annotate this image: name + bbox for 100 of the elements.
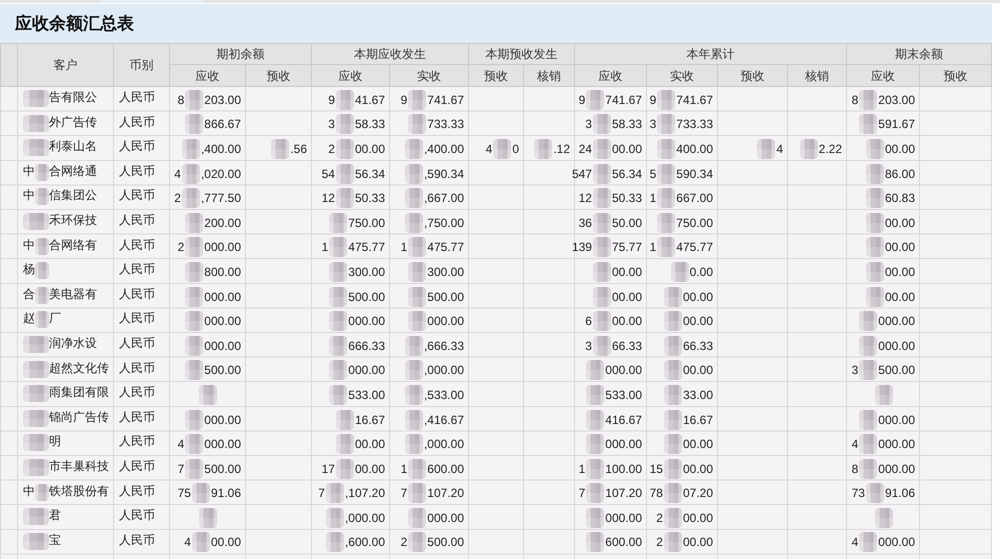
customer-name: 中 — [23, 164, 35, 178]
amount-text: 75 — [178, 486, 191, 500]
customer-name: 合网络通 — [49, 164, 97, 178]
amount-text: 500.00 — [204, 363, 241, 378]
amount-text: 56.34 — [612, 166, 642, 181]
amount-text: 9 — [578, 92, 586, 107]
currency-label: 人民币 — [119, 262, 155, 276]
customer-name: 明 — [49, 434, 61, 448]
amount-text: 17 — [322, 462, 335, 476]
amount-text: 000.00 — [427, 314, 464, 328]
customer-name: 合 — [23, 286, 35, 301]
amount-text: 4 — [178, 437, 184, 452]
customer-name: 润净水设 — [49, 336, 97, 350]
amount-text: 741.67 — [427, 92, 464, 107]
amount-text: 41.67 — [354, 92, 385, 107]
amount-text: 91.06 — [210, 486, 241, 500]
amount-text: 8 — [852, 92, 858, 107]
amount-text: 666.33 — [348, 338, 385, 353]
currency-label: 人民币 — [119, 458, 155, 473]
amount-text: 000.00 — [878, 338, 915, 353]
amount-text: 00.00 — [682, 437, 713, 452]
customer-name: 美电器有 — [49, 286, 97, 301]
amount-text: 73 — [852, 486, 865, 500]
currency-label: 人民币 — [119, 286, 155, 301]
currency-label: 人民币 — [119, 385, 155, 400]
amount-text: 9 — [400, 92, 408, 107]
amount-text: 16.67 — [354, 412, 385, 427]
amount-text: ,107.20 — [344, 486, 385, 500]
currency-label: 人民币 — [119, 360, 155, 375]
amount-text: 203.00 — [204, 92, 241, 107]
amount-text: 100.00 — [605, 462, 642, 476]
amount-text: 1 — [578, 462, 586, 476]
amount-text: 2 — [174, 191, 181, 206]
customer-name: 中 — [23, 484, 35, 498]
amount-text: 00.00 — [354, 462, 385, 476]
amount-text: 66.33 — [612, 338, 642, 353]
amount-text: 547 — [572, 166, 592, 181]
amount-text: 4 — [852, 535, 858, 550]
amount-text: 475.77 — [348, 240, 385, 254]
amount-text: 00.00 — [682, 535, 713, 550]
amount-text: 2.22 — [818, 142, 842, 156]
amount-text: 800.00 — [204, 264, 241, 279]
amount-text: 750.00 — [676, 216, 713, 230]
amount-text: 07.20 — [682, 486, 713, 500]
column-header: 实收 — [390, 65, 469, 87]
amount-text: 000.00 — [348, 314, 385, 328]
amount-text: 2 — [400, 535, 408, 550]
amount-text: 24 — [578, 142, 592, 156]
amount-text: 3 — [585, 338, 592, 353]
amount-text: 000.00 — [878, 462, 915, 476]
amount-text: 3 — [328, 117, 335, 132]
amount-text: 4 — [852, 437, 858, 452]
amount-text: 33.00 — [682, 388, 713, 402]
amount-text: 56.34 — [354, 166, 385, 181]
amount-text: 500.00 — [348, 290, 385, 304]
amount-text: 741.67 — [605, 92, 642, 107]
amount-text: 00.00 — [682, 290, 713, 304]
column-header: 核销 — [788, 65, 847, 87]
column-group-header: 本年累计 — [575, 43, 847, 65]
amount-text: 00.00 — [354, 142, 385, 156]
amount-text: 300.00 — [348, 264, 385, 279]
amount-text: 50.33 — [354, 191, 385, 206]
currency-label: 人民币 — [119, 188, 155, 202]
amount-text: 50.33 — [612, 191, 642, 206]
amount-text: 00.00 — [612, 290, 642, 304]
currency-label: 人民币 — [119, 212, 155, 227]
amount-text: 000.00 — [348, 363, 385, 378]
amount-text: 7 — [318, 486, 325, 500]
amount-text: .56 — [290, 142, 307, 156]
amount-text: 66.33 — [682, 338, 713, 353]
amount-text: 91.06 — [884, 486, 915, 500]
currency-label: 人民币 — [119, 311, 155, 326]
amount-text: 12 — [578, 191, 592, 206]
amount-text: 00.00 — [612, 142, 642, 156]
amount-text: 600.00 — [427, 462, 464, 476]
amount-text: 00.00 — [884, 290, 915, 304]
column-group-header: 期末余额 — [847, 43, 992, 65]
customer-name: 超然文化传 — [49, 360, 109, 375]
amount-text: 8 — [178, 92, 184, 107]
amount-text: 400.00 — [676, 142, 713, 156]
amount-text: 2 — [656, 535, 663, 550]
column-header: 币别 — [114, 43, 170, 87]
customer-name: 铁塔股份有 — [49, 484, 109, 498]
header-corner — [0, 43, 18, 87]
amount-text: 866.67 — [204, 117, 241, 132]
column-header: 预收 — [469, 65, 524, 87]
amount-text: 750.00 — [348, 216, 385, 230]
amount-text: 3 — [650, 117, 656, 132]
amount-text: 00.00 — [354, 437, 385, 452]
amount-text: 75.77 — [612, 240, 642, 254]
column-header: 预收 — [246, 65, 312, 87]
amount-text: 4 — [486, 142, 492, 156]
customer-name: 中 — [23, 188, 35, 202]
amount-text: 9 — [650, 92, 656, 107]
amount-text: ,667.00 — [424, 191, 464, 206]
column-header: 实收 — [647, 65, 718, 87]
amount-text: 12 — [322, 191, 335, 206]
customer-name: 君 — [49, 508, 61, 522]
amount-text: 203.00 — [878, 92, 915, 107]
amount-text: 1 — [400, 240, 408, 254]
